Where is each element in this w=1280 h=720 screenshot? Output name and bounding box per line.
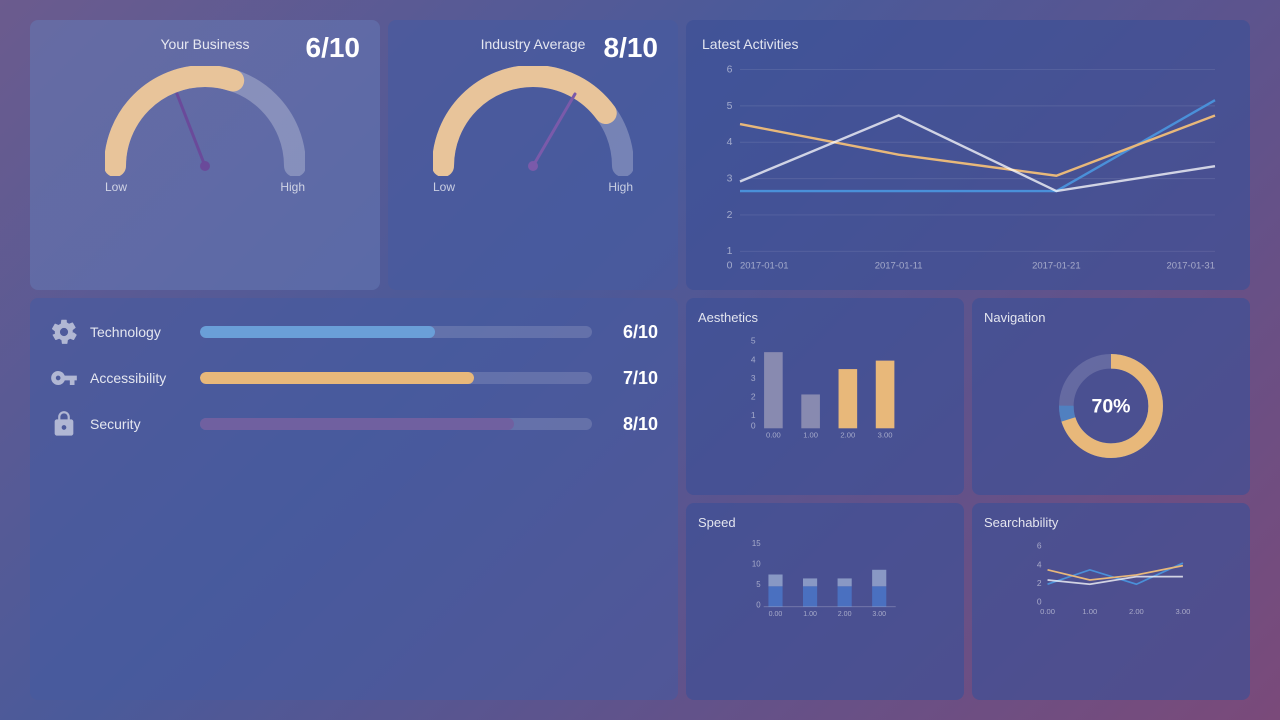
searchability-card: Searchability 6 4 2 0 0.00 1 <box>972 503 1250 700</box>
svg-text:0.00: 0.00 <box>766 431 781 440</box>
svg-text:5: 5 <box>727 101 733 112</box>
industry-gauge <box>433 66 633 176</box>
svg-text:1: 1 <box>751 410 756 420</box>
svg-text:5: 5 <box>751 336 756 346</box>
svg-text:4: 4 <box>727 137 733 148</box>
svg-text:2017-01-21: 2017-01-21 <box>1032 260 1081 271</box>
industry-title: Industry Average <box>481 36 586 52</box>
aesthetics-bar-1 <box>801 394 820 428</box>
aesthetics-bar-0 <box>764 352 783 428</box>
your-business-card: Your Business 6/10 Low High <box>30 20 380 290</box>
latest-activities-card: Latest Activities 6 5 4 3 2 1 0 2017-01-… <box>686 20 1250 290</box>
aesthetics-bar-2 <box>839 369 858 428</box>
bottom-charts: Aesthetics 5 4 3 2 1 0 0.00 1. <box>686 298 1250 700</box>
industry-gauge-high: High <box>608 180 633 194</box>
speed-chart: 15 10 5 0 0.00 1 <box>698 536 952 646</box>
svg-text:0.00: 0.00 <box>769 611 783 618</box>
industry-average-card: Industry Average 8/10 Low High <box>388 20 678 290</box>
gauge-high-label: High <box>280 180 305 194</box>
svg-text:3: 3 <box>727 173 733 184</box>
navigation-card: Navigation 70% <box>972 298 1250 495</box>
security-label: Security <box>90 416 200 432</box>
svg-text:0.00: 0.00 <box>1040 607 1055 616</box>
your-business-gauge <box>105 66 305 176</box>
searchability-title: Searchability <box>984 515 1238 530</box>
speed-card: Speed 15 10 5 0 <box>686 503 964 700</box>
svg-text:3.00: 3.00 <box>1176 607 1191 616</box>
svg-text:1: 1 <box>727 246 733 257</box>
speed-title: Speed <box>698 515 952 530</box>
gear-icon <box>50 318 78 346</box>
svg-text:2: 2 <box>727 210 733 221</box>
svg-text:4: 4 <box>1037 559 1042 569</box>
your-business-gauge-labels: Low High <box>105 180 305 194</box>
lock-icon <box>50 410 78 438</box>
svg-text:3.00: 3.00 <box>878 431 893 440</box>
navigation-donut: 70% <box>1046 341 1176 471</box>
svg-text:3: 3 <box>751 373 756 383</box>
industry-gauge-labels: Low High <box>433 180 633 194</box>
security-score: 8/10 <box>608 414 658 435</box>
your-business-title: Your Business <box>161 36 250 52</box>
metric-accessibility: Accessibility 7/10 <box>50 364 658 392</box>
svg-text:3.00: 3.00 <box>872 611 886 618</box>
technology-bar <box>200 326 435 338</box>
accessibility-label: Accessibility <box>90 370 200 386</box>
donut-value: 70% <box>1091 395 1130 417</box>
svg-text:0: 0 <box>751 420 756 430</box>
gauge-low-label: Low <box>105 180 127 194</box>
metrics-card: Technology 6/10 Accessibility 7/10 Secur… <box>30 298 678 700</box>
svg-text:5: 5 <box>756 580 761 589</box>
technology-score: 6/10 <box>608 322 658 343</box>
svg-text:1.00: 1.00 <box>803 611 817 618</box>
svg-text:4: 4 <box>751 354 756 364</box>
svg-text:6: 6 <box>1037 541 1042 551</box>
activities-line-chart: 6 5 4 3 2 1 0 2017-01-01 2017-01-11 2017… <box>702 60 1234 280</box>
svg-text:2017-01-31: 2017-01-31 <box>1166 260 1215 271</box>
svg-text:1.00: 1.00 <box>803 431 818 440</box>
navigation-title: Navigation <box>984 310 1045 325</box>
dashboard: Your Business 6/10 Low High Industry Ave… <box>30 20 1250 700</box>
industry-score: 8/10 <box>604 32 659 64</box>
svg-text:2.00: 2.00 <box>838 611 852 618</box>
aesthetics-title: Aesthetics <box>698 310 952 325</box>
svg-text:0: 0 <box>727 260 733 271</box>
aesthetics-chart: 5 4 3 2 1 0 0.00 1.00 2.00 3.00 <box>698 331 952 441</box>
svg-text:2017-01-01: 2017-01-01 <box>740 260 789 271</box>
technology-label: Technology <box>90 324 200 340</box>
accessibility-bar-container <box>200 372 592 384</box>
your-business-score: 6/10 <box>306 32 361 64</box>
security-bar <box>200 418 514 430</box>
technology-bar-container <box>200 326 592 338</box>
svg-text:15: 15 <box>752 539 761 548</box>
svg-text:2017-01-11: 2017-01-11 <box>875 260 923 271</box>
metric-security: Security 8/10 <box>50 410 658 438</box>
svg-text:1.00: 1.00 <box>1082 607 1097 616</box>
aesthetics-bar-3 <box>876 361 895 429</box>
accessibility-score: 7/10 <box>608 368 658 389</box>
svg-text:6: 6 <box>727 64 733 75</box>
svg-text:2: 2 <box>1037 578 1042 588</box>
accessibility-bar <box>200 372 474 384</box>
svg-text:2: 2 <box>751 392 756 402</box>
donut-container: 70% <box>1046 331 1176 480</box>
activities-title: Latest Activities <box>702 36 1234 52</box>
security-bar-container <box>200 418 592 430</box>
svg-text:10: 10 <box>752 560 761 569</box>
svg-text:2.00: 2.00 <box>1129 607 1144 616</box>
metric-technology: Technology 6/10 <box>50 318 658 346</box>
key-icon <box>50 364 78 392</box>
industry-gauge-low: Low <box>433 180 455 194</box>
svg-text:0: 0 <box>756 601 761 610</box>
svg-text:2.00: 2.00 <box>840 431 855 440</box>
aesthetics-card: Aesthetics 5 4 3 2 1 0 0.00 1. <box>686 298 964 495</box>
svg-text:0: 0 <box>1037 597 1042 607</box>
searchability-chart: 6 4 2 0 0.00 1.00 2.00 3.00 <box>984 536 1238 646</box>
